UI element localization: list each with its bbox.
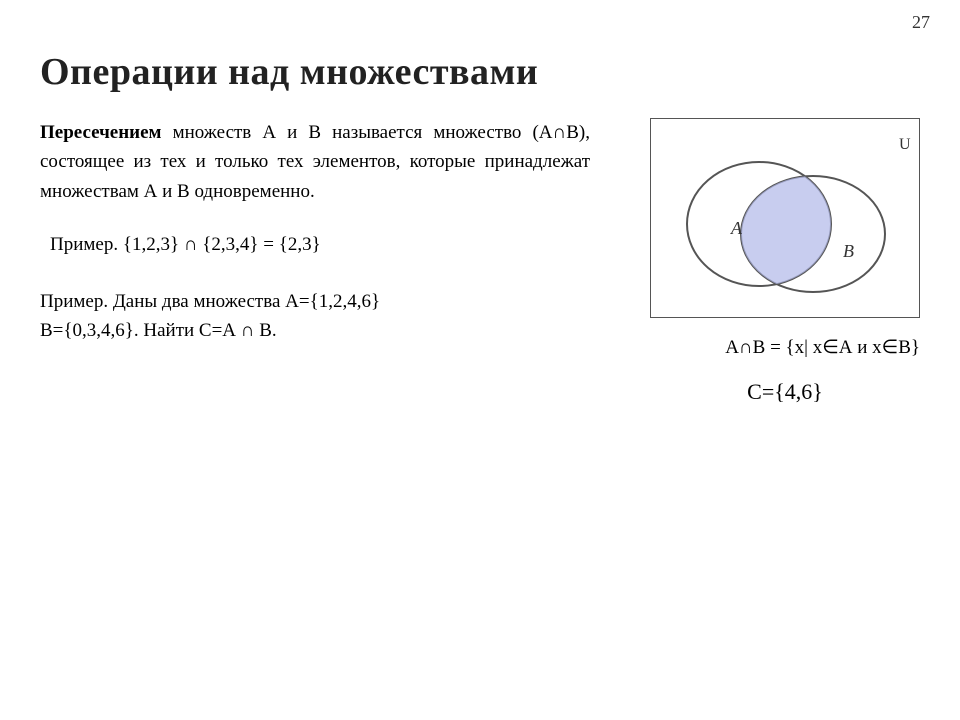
definition-bold-word: Пересечением	[40, 122, 162, 143]
example2-line1: Пример. Даны два множества А={1,2,4,6}	[40, 288, 590, 317]
page-number: 27	[912, 12, 930, 33]
venn-diagram: U A B	[650, 118, 920, 318]
answer-c: С={4,6}	[650, 379, 920, 405]
definition-paragraph: Пересечением множеств А и В называется м…	[40, 118, 590, 206]
label-u: U	[899, 136, 911, 153]
label-b: B	[843, 241, 854, 261]
example2-text: Пример. Даны два множества А={1,2,4,6} В…	[40, 288, 590, 345]
main-content: Пересечением множеств А и В называется м…	[40, 118, 920, 405]
left-column: Пересечением множеств А и В называется м…	[40, 118, 590, 405]
example1-text: Пример. {1,2,3} ∩ {2,3,4} = {2,3}	[40, 234, 590, 256]
example2-line2: В={0,3,4,6}. Найти С=А ∩ В.	[40, 317, 590, 346]
formula-ab: А∩В = {x| x∈А и x∈В}	[650, 336, 920, 359]
page: 27 Операции над множествами Пересечением…	[0, 0, 960, 720]
right-column: U A B А∩В = {x| x∈А и x∈В} С={4,6}	[620, 118, 920, 405]
venn-svg: U A B	[651, 119, 921, 319]
page-title: Операции над множествами	[40, 50, 920, 94]
label-a: A	[730, 218, 743, 238]
